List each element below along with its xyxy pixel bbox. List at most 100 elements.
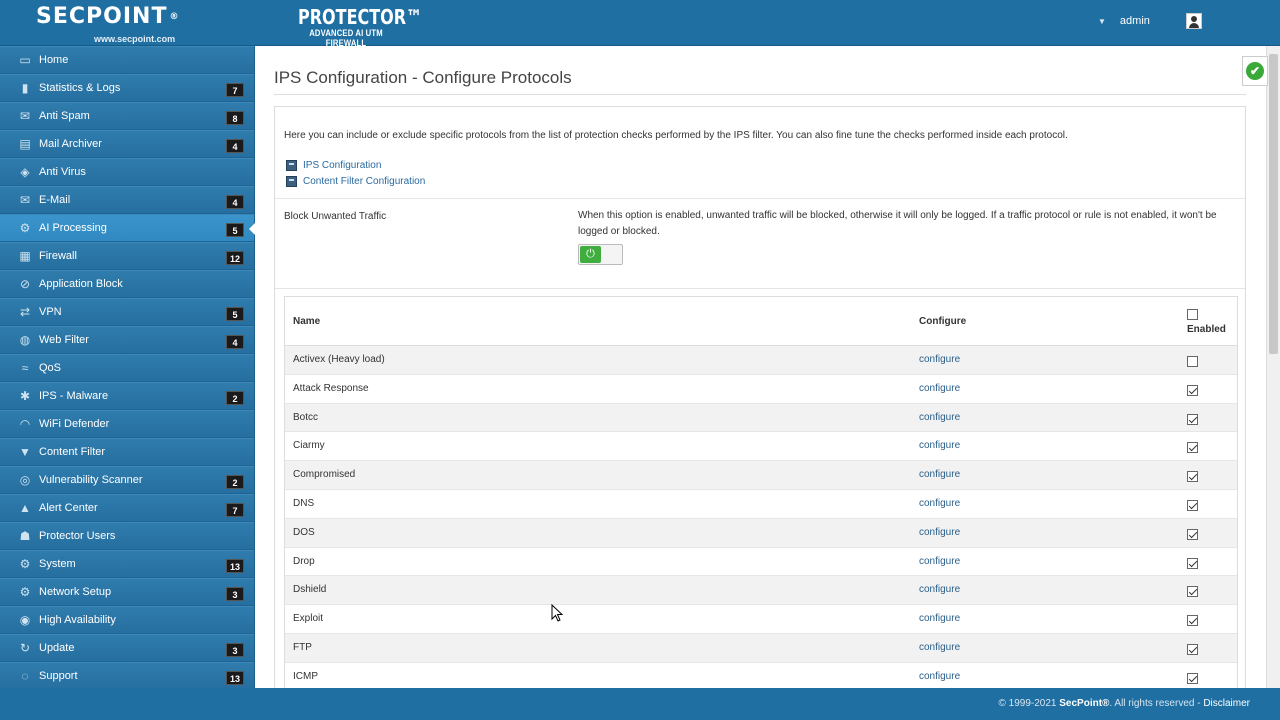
column-header-name: Name [293, 316, 321, 327]
config-panel: Here you can include or exclude specific… [274, 106, 1246, 688]
sidebar-item-firewall[interactable]: ▦ Firewall 12 [0, 242, 254, 270]
sidebar-item-home[interactable]: ▭ Home [0, 46, 254, 74]
sidebar-item-label: Support [39, 670, 78, 682]
sidebar-item-ai-processing[interactable]: ⚙ AI Processing 5 [0, 214, 255, 242]
qos-icon: ≈ [21, 361, 29, 375]
count-badge: 4 [226, 139, 244, 153]
configure-link[interactable]: configure [919, 527, 960, 538]
enabled-checkbox[interactable] [1187, 356, 1198, 367]
filter-icon: ▼ [19, 445, 31, 459]
enabled-checkbox[interactable] [1187, 413, 1198, 425]
divider [275, 288, 1245, 289]
enabled-checkbox[interactable] [1187, 643, 1198, 655]
sidebar-item-qos[interactable]: ≈ QoS [0, 354, 254, 382]
ips-configuration-link[interactable]: IPS Configuration [286, 160, 381, 171]
sidebar-item-support[interactable]: ◌ Support 13 [0, 662, 254, 690]
content-filter-configuration-link-label: Content Filter Configuration [303, 176, 426, 187]
table-row: DOS configure [285, 518, 1237, 548]
configure-link[interactable]: configure [919, 671, 960, 682]
sidebar-item-system[interactable]: ⚙ System 13 [0, 550, 254, 578]
sidebar-item-label: E-Mail [39, 194, 71, 206]
table-row: Activex (Heavy load) configure [285, 346, 1237, 375]
sidebar-item-wifi-defender[interactable]: ◠ WiFi Defender [0, 410, 254, 438]
enabled-checkbox[interactable] [1187, 499, 1198, 511]
enabled-checkbox[interactable] [1187, 557, 1198, 569]
sidebar-item-label: AI Processing [39, 222, 107, 234]
shield-icon: ◈ [20, 165, 30, 179]
configure-link[interactable]: configure [919, 642, 960, 653]
protocol-name: DOS [293, 526, 315, 538]
vpn-icon: ⇄ [19, 305, 31, 319]
enabled-checkbox[interactable] [1187, 442, 1198, 454]
count-badge: 7 [226, 503, 244, 517]
table-row: ICMP configure [285, 663, 1237, 688]
configure-link[interactable]: configure [919, 556, 960, 567]
page-scrollbar[interactable] [1266, 46, 1280, 688]
configure-link[interactable]: configure [919, 498, 960, 509]
sidebar-item-e-mail[interactable]: ✉ E-Mail 4 [0, 186, 254, 214]
sidebar-item-high-availability[interactable]: ◉ High Availability [0, 606, 254, 634]
bar-chart-icon: ▮ [21, 81, 29, 95]
sidebar-item-network-setup[interactable]: ⚙ Network Setup 3 [0, 578, 254, 606]
configure-link[interactable]: configure [919, 584, 960, 595]
protocol-name: Dshield [293, 584, 327, 596]
check-circle-icon: ✔ [1246, 62, 1264, 80]
sidebar-item-label: Mail Archiver [39, 138, 102, 150]
bug-icon: ✱ [19, 389, 31, 403]
sidebar-item-application-block[interactable]: ⊘ Application Block [0, 270, 254, 298]
enabled-checkbox[interactable] [1187, 586, 1198, 598]
sidebar-item-update[interactable]: ↻ Update 3 [0, 634, 254, 662]
chevron-down-icon: ▼ [1098, 16, 1106, 26]
block-unwanted-traffic-toggle[interactable]: ⏻ [578, 244, 623, 265]
count-badge: 13 [225, 559, 244, 573]
sidebar-item-protector-users[interactable]: ☗ Protector Users [0, 522, 254, 550]
table-header: Name Configure Enabled [285, 297, 1237, 346]
globe-icon: ◍ [19, 333, 31, 347]
configure-link[interactable]: configure [919, 469, 960, 480]
system-gear-icon: ⚙ [19, 557, 31, 571]
user-avatar-icon[interactable] [1186, 13, 1202, 29]
sidebar-item-label: System [39, 558, 76, 570]
enabled-checkbox[interactable] [1187, 384, 1198, 396]
secpoint-logo[interactable]: SECPOINT ® www.secpoint.com [36, 4, 206, 44]
sidebar-item-label: Network Setup [39, 586, 112, 598]
footer-rights: . All rights reserved - [1109, 698, 1204, 709]
sidebar-item-ips-malware[interactable]: ✱ IPS - Malware 2 [0, 382, 254, 410]
sidebar-item-content-filter[interactable]: ▼ Content Filter [0, 438, 254, 466]
sidebar-item-statistics-logs[interactable]: ▮ Statistics & Logs 7 [0, 74, 254, 102]
sidebar-item-anti-virus[interactable]: ◈ Anti Virus [0, 158, 254, 186]
configure-link[interactable]: configure [919, 383, 960, 394]
sidebar-item-vulnerability-scanner[interactable]: ◎ Vulnerability Scanner 2 [0, 466, 254, 494]
sidebar-item-mail-archiver[interactable]: ▤ Mail Archiver 4 [0, 130, 254, 158]
enabled-checkbox[interactable] [1187, 615, 1198, 627]
sidebar-item-alert-center[interactable]: ▲ Alert Center 7 [0, 494, 254, 522]
configure-link[interactable]: configure [919, 354, 960, 365]
scrollbar-thumb[interactable] [1269, 54, 1278, 354]
power-icon: ⏻ [580, 246, 601, 263]
sidebar-item-web-filter[interactable]: ◍ Web Filter 4 [0, 326, 254, 354]
enabled-checkbox[interactable] [1187, 471, 1198, 483]
divider [275, 198, 1245, 199]
content-filter-configuration-link[interactable]: Content Filter Configuration [286, 176, 425, 187]
logo-text: SECPOINT [36, 4, 168, 29]
status-indicator[interactable]: ✔ [1242, 56, 1268, 86]
select-all-checkbox[interactable] [1187, 309, 1198, 320]
user-menu[interactable]: ▼ admin [1098, 13, 1202, 29]
enabled-checkbox[interactable] [1187, 672, 1198, 684]
sidebar-item-label: Firewall [39, 250, 77, 262]
protocols-table: Name Configure Enabled Activex (Heavy lo… [284, 296, 1238, 688]
sidebar-item-vpn[interactable]: ⇄ VPN 5 [0, 298, 254, 326]
configure-link[interactable]: configure [919, 440, 960, 451]
sidebar-item-label: Content Filter [39, 446, 106, 458]
count-badge: 2 [226, 475, 244, 489]
sidebar-item-label: Anti Virus [39, 166, 86, 178]
count-badge: 2 [226, 391, 244, 405]
sidebar-item-anti-spam[interactable]: ✉ Anti Spam 8 [0, 102, 254, 130]
count-badge: 8 [226, 111, 244, 125]
column-header-configure: Configure [919, 316, 967, 327]
disclaimer-link[interactable]: Disclaimer [1203, 698, 1250, 709]
configure-link[interactable]: configure [919, 412, 960, 423]
configure-link[interactable]: configure [919, 613, 960, 624]
enabled-checkbox[interactable] [1187, 528, 1198, 540]
sidebar-item-label: Application Block [39, 278, 123, 290]
